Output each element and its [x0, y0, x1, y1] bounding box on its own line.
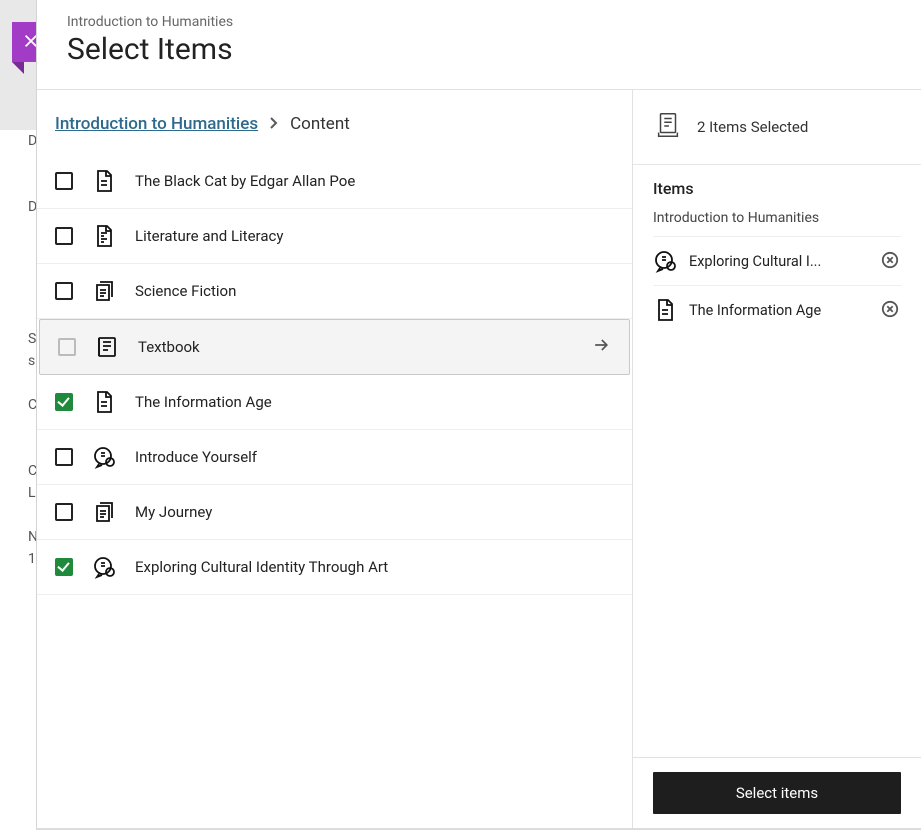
select-items-button[interactable]: Select items: [653, 772, 901, 814]
doc-stack-icon: [91, 499, 117, 525]
select-items-panel: Introduction to Humanities Select Items …: [36, 0, 921, 828]
item-checkbox[interactable]: [55, 172, 73, 190]
header-subtitle: Introduction to Humanities: [67, 14, 891, 30]
document-icon: [91, 168, 117, 194]
item-label: The Information Age: [135, 393, 272, 411]
panel-header: Introduction to Humanities Select Items: [37, 0, 921, 90]
remove-selected-button[interactable]: [881, 300, 901, 320]
item-label: The Black Cat by Edgar Allan Poe: [135, 172, 355, 190]
item-label: Textbook: [138, 338, 200, 356]
item-label: Literature and Literacy: [135, 227, 283, 245]
bg-char: 1: [28, 551, 36, 567]
content-item[interactable]: Exploring Cultural Identity Through Art: [37, 540, 632, 595]
selection-group-label: Introduction to Humanities: [653, 210, 901, 226]
selected-item: Exploring Cultural I...: [653, 236, 901, 285]
content-item[interactable]: The Black Cat by Edgar Allan Poe: [37, 154, 632, 209]
panel-body: Introduction to Humanities Content The B…: [37, 90, 921, 828]
document-icon: [653, 298, 677, 322]
breadcrumb-root-link[interactable]: Introduction to Humanities: [55, 114, 258, 134]
item-checkbox[interactable]: [55, 393, 73, 411]
item-checkbox[interactable]: [55, 282, 73, 300]
textbook-icon: [94, 334, 120, 360]
selected-item-label: Exploring Cultural I...: [689, 253, 869, 270]
content-item[interactable]: Science Fiction: [37, 264, 632, 319]
content-item[interactable]: The Information Age: [37, 375, 632, 430]
discussion-icon: [91, 444, 117, 470]
document-icon: [91, 389, 117, 415]
discussion-icon: [653, 249, 677, 273]
selected-items-icon: [653, 110, 683, 144]
selection-footer: Select items: [633, 757, 921, 828]
item-label: Introduce Yourself: [135, 448, 257, 466]
item-label: My Journey: [135, 503, 212, 521]
bg-char: s: [28, 353, 35, 369]
doc-lines-icon: [91, 223, 117, 249]
selection-heading: Items: [653, 179, 901, 198]
doc-stack-icon: [91, 278, 117, 304]
selection-header: 2 Items Selected: [633, 90, 921, 165]
item-checkbox[interactable]: [58, 338, 76, 356]
item-checkbox[interactable]: [55, 227, 73, 245]
remove-selected-button[interactable]: [881, 251, 901, 271]
item-label: Science Fiction: [135, 282, 236, 300]
arrow-right-icon: [591, 335, 611, 359]
content-item[interactable]: Literature and Literacy: [37, 209, 632, 264]
chevron-right-icon: [268, 114, 280, 134]
selection-count: 2 Items Selected: [697, 118, 808, 136]
discussion-icon: [91, 554, 117, 580]
breadcrumb: Introduction to Humanities Content: [37, 114, 632, 154]
content-item[interactable]: Introduce Yourself: [37, 430, 632, 485]
selection-sidebar: 2 Items Selected Items Introduction to H…: [632, 90, 921, 828]
item-list: The Black Cat by Edgar Allan Poe Literatu…: [37, 154, 632, 595]
item-checkbox[interactable]: [55, 448, 73, 466]
folder-row[interactable]: Textbook: [39, 319, 630, 375]
item-label: Exploring Cultural Identity Through Art: [135, 558, 388, 576]
selected-item-label: The Information Age: [689, 302, 869, 319]
selected-item: The Information Age: [653, 285, 901, 334]
selection-body: Items Introduction to Humanities Explori…: [633, 165, 921, 757]
item-checkbox[interactable]: [55, 558, 73, 576]
breadcrumb-current: Content: [290, 114, 350, 134]
background-left: D D S s C C L N 1: [0, 130, 36, 830]
header-title: Select Items: [67, 32, 891, 67]
item-checkbox[interactable]: [55, 503, 73, 521]
content-browser: Introduction to Humanities Content The B…: [37, 90, 632, 828]
content-item[interactable]: My Journey: [37, 485, 632, 540]
bg-char: L: [28, 485, 36, 501]
selected-list: Exploring Cultural I... The Information A…: [653, 236, 901, 334]
